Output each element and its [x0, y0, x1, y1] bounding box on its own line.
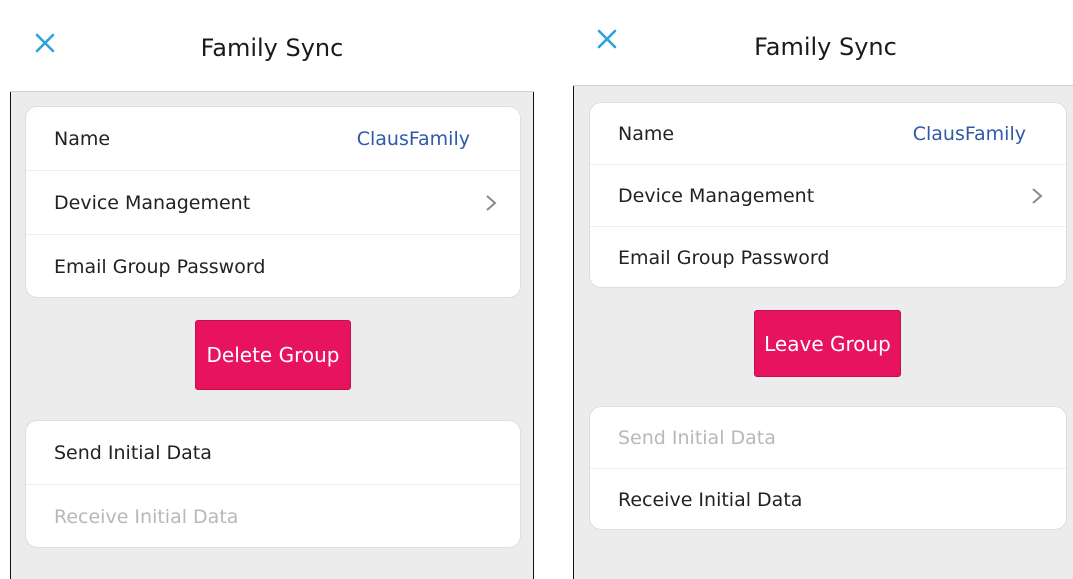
screen-owner: Family Sync Name ClausFamily Device Mana…	[10, 0, 534, 579]
receive-initial-data-label: Receive Initial Data	[54, 506, 239, 528]
screen-member: Family Sync Name ClausFamily Device Mana…	[573, 0, 1073, 579]
sync-card: Send Initial Data Receive Initial Data	[25, 420, 521, 548]
receive-initial-data-row: Receive Initial Data	[26, 485, 520, 547]
group-name-value: ClausFamily	[912, 122, 1026, 145]
send-initial-data-row: Send Initial Data	[590, 407, 1066, 469]
email-group-password-label: Email Group Password	[54, 256, 266, 278]
phone-edge-left	[573, 0, 574, 579]
page-title: Family Sync	[200, 34, 344, 62]
email-group-password-row[interactable]: Email Group Password	[26, 235, 520, 297]
chevron-right-icon	[486, 194, 497, 211]
device-management-label: Device Management	[618, 184, 815, 207]
receive-initial-data-label: Receive Initial Data	[618, 489, 803, 511]
name-row[interactable]: Name ClausFamily	[590, 103, 1066, 165]
app-header: Family Sync	[573, 0, 1073, 86]
receive-initial-data-row[interactable]: Receive Initial Data	[590, 469, 1066, 529]
page-title: Family Sync	[754, 33, 897, 61]
send-initial-data-label: Send Initial Data	[618, 426, 776, 449]
settings-card: Name ClausFamily Device Management Email…	[589, 102, 1067, 288]
email-group-password-row[interactable]: Email Group Password	[590, 227, 1066, 287]
settings-card: Name ClausFamily Device Management Email…	[25, 106, 521, 298]
name-label: Name	[618, 122, 675, 145]
device-management-label: Device Management	[54, 191, 251, 214]
send-initial-data-label: Send Initial Data	[54, 441, 212, 464]
group-name-value: ClausFamily	[356, 127, 470, 150]
delete-group-button[interactable]: Delete Group	[195, 320, 351, 390]
device-management-row[interactable]: Device Management	[590, 165, 1066, 227]
chevron-right-icon	[1032, 187, 1043, 204]
name-label: Name	[54, 127, 111, 150]
name-row[interactable]: Name ClausFamily	[26, 107, 520, 171]
app-header: Family Sync	[10, 0, 534, 92]
leave-group-button[interactable]: Leave Group	[754, 310, 901, 377]
sync-card: Send Initial Data Receive Initial Data	[589, 406, 1067, 530]
email-group-password-label: Email Group Password	[618, 247, 830, 269]
device-management-row[interactable]: Device Management	[26, 171, 520, 235]
send-initial-data-row[interactable]: Send Initial Data	[26, 421, 520, 485]
